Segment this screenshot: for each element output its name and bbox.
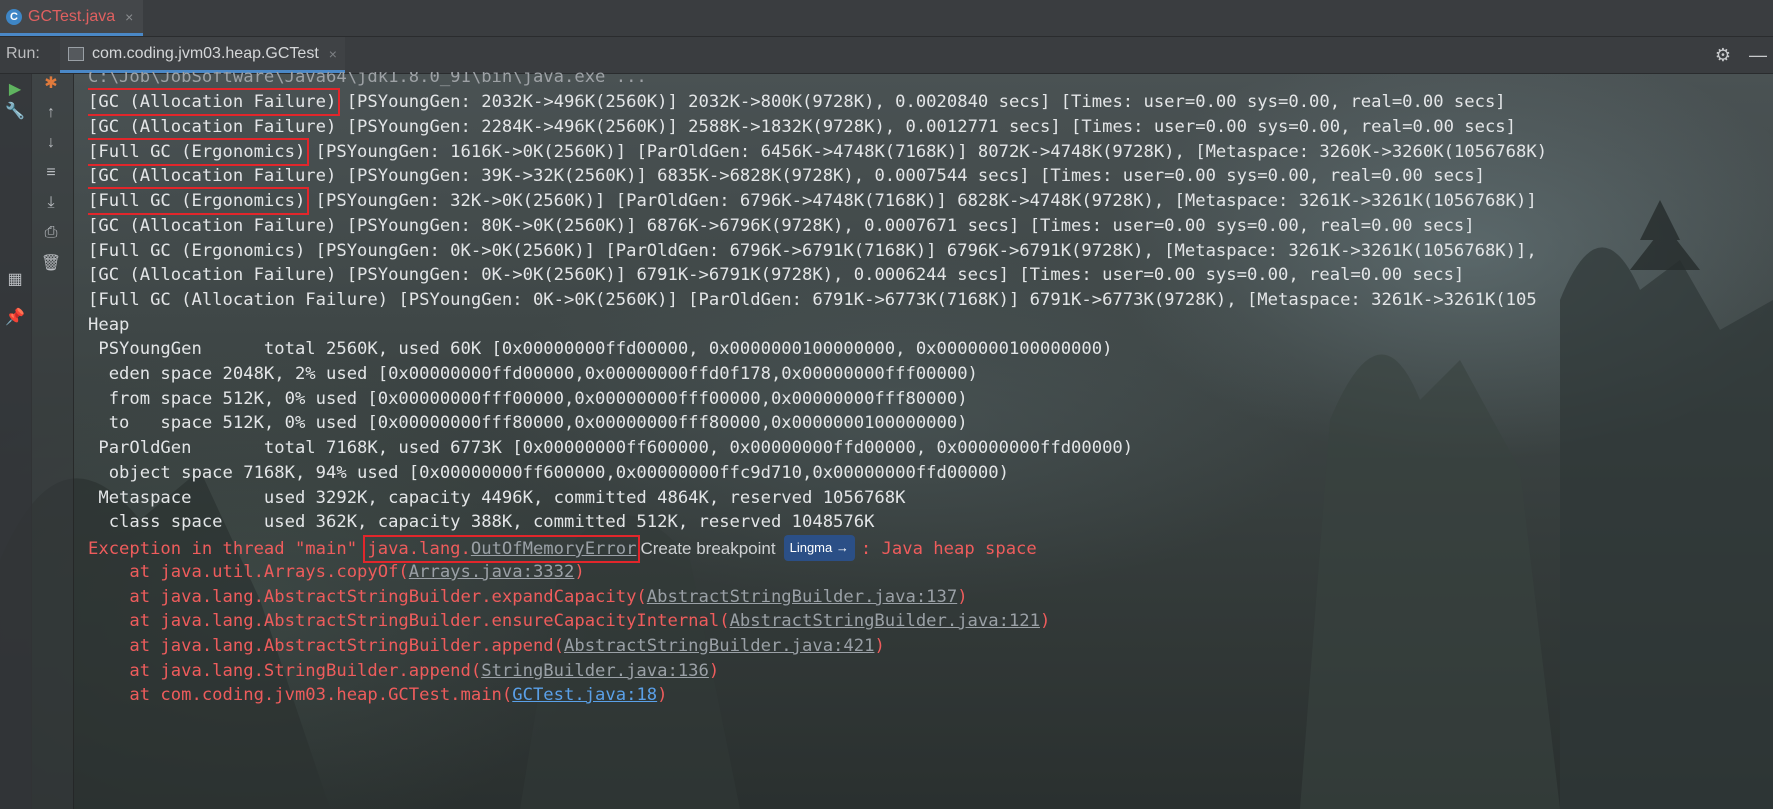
create-breakpoint-link[interactable]: Create breakpoint [640, 539, 775, 558]
soft-wrap-icon[interactable]: ≡ [40, 162, 62, 184]
gc-detail: [PSYoungGen: 2284K->496K(2560K)] 2588K->… [336, 117, 1517, 137]
gc-event-highlighted: [Full GC (Ergonomics) [88, 138, 310, 166]
stack-frame-end: ) [657, 685, 668, 705]
heap-summary-line: Heap [88, 315, 130, 335]
gc-event: [GC (Allocation Failure) [88, 117, 337, 137]
close-icon[interactable]: × [329, 46, 337, 62]
console-icon [68, 46, 84, 61]
stack-frame-end: ) [708, 661, 720, 681]
stack-frame-end: ) [957, 587, 968, 607]
stack-frame: at java.lang.AbstractStringBuilder.ensur… [88, 611, 730, 631]
console-output[interactable]: C:\Job\JobSoftware\Java64\jdk1.8.0_91\bi… [88, 72, 1773, 809]
stack-frame: at java.lang.AbstractStringBuilder.expan… [88, 587, 647, 607]
wrench-icon[interactable]: 🔧 [4, 100, 26, 122]
rerun-icon[interactable]: ▶ [4, 78, 26, 100]
stack-trace-line: at com.coding.jvm03.heap.GCTest.main(GCT… [88, 683, 668, 707]
exception-class-link[interactable]: OutOfMemoryError [471, 539, 637, 559]
gc-event-highlighted: [Full GC (Ergonomics) [88, 187, 310, 215]
scroll-to-end-icon[interactable]: ⤓ [40, 192, 62, 214]
down-arrow-icon[interactable]: ↓ [40, 132, 62, 154]
gc-event: [Full GC (Ergonomics) [88, 241, 306, 261]
source-link[interactable]: AbstractStringBuilder.java:121 [730, 611, 1040, 631]
editor-tab-label: GCTest.java [28, 7, 116, 25]
source-link[interactable]: StringBuilder.java:136 [481, 661, 709, 681]
gc-event: [GC (Allocation Failure) [88, 166, 337, 186]
command-line: C:\Job\JobSoftware\Java64\jdk1.8.0_91\bi… [88, 72, 647, 87]
gc-log-line: [GC (Allocation Failure) [PSYoungGen: 39… [88, 164, 1485, 188]
gc-event: [GC (Allocation Failure) [88, 216, 337, 236]
exception-message: : Java heap space [860, 539, 1037, 559]
print-icon[interactable]: ⎙ [40, 222, 62, 244]
gc-log-line: [Full GC (Ergonomics) [PSYoungGen: 32K->… [88, 187, 1537, 215]
heap-summary-line: eden space 2048K, 2% used [0x00000000ffd… [88, 364, 978, 384]
close-icon[interactable]: × [125, 9, 133, 25]
source-link[interactable]: AbstractStringBuilder.java:421 [564, 636, 874, 656]
gc-detail: [PSYoungGen: 0K->0K(2560K)] [ParOldGen: … [305, 241, 1537, 261]
stack-trace-line: at java.lang.StringBuilder.append(String… [88, 659, 719, 683]
heap-summary-line: object space 7168K, 94% used [0x00000000… [88, 463, 1009, 483]
editor-tab-bar: C GCTest.java × [0, 0, 1773, 37]
stack-frame: at java.lang.StringBuilder.append( [88, 661, 482, 681]
gc-detail: [PSYoungGen: 0K->0K(2560K)] 6791K->6791K… [336, 265, 1465, 285]
stack-frame-end: ) [874, 636, 885, 656]
heap-summary-line: class space used 362K, capacity 388K, co… [88, 512, 875, 532]
heap-summary-line: PSYoungGen total 2560K, used 60K [0x0000… [88, 339, 1113, 359]
stack-trace-line: at java.lang.AbstractStringBuilder.expan… [88, 585, 968, 609]
gc-log-line: [Full GC (Ergonomics) [PSYoungGen: 1616K… [88, 138, 1548, 166]
editor-tab-gctest[interactable]: C GCTest.java × [0, 0, 144, 36]
run-tool-window-header: Run: com.coding.jvm03.heap.GCTest × ⚙ — [0, 37, 1773, 74]
gc-log-line: [GC (Allocation Failure) [PSYoungGen: 20… [88, 88, 1506, 116]
side-tool-strip: ▶ 🔧 ▦ 📌 [0, 74, 32, 809]
run-config-tab-label: com.coding.jvm03.heap.GCTest [92, 44, 319, 62]
gc-log-line: [Full GC (Ergonomics) [PSYoungGen: 0K->0… [88, 239, 1537, 263]
layout-icon[interactable]: ▦ [4, 268, 26, 290]
lingma-button[interactable]: Lingma → [783, 535, 855, 561]
java-class-icon: C [6, 8, 22, 25]
pin-icon[interactable]: 📌 [4, 306, 26, 328]
heap-summary-line: ParOldGen total 7168K, used 6773K [0x000… [88, 438, 1134, 458]
trash-icon[interactable]: 🗑 [40, 252, 62, 274]
stack-frame-end: ) [1040, 611, 1051, 631]
heap-summary-line: Metaspace used 3292K, capacity 4496K, co… [88, 488, 906, 508]
gc-log-line: [GC (Allocation Failure) [PSYoungGen: 22… [88, 115, 1516, 139]
minimize-icon[interactable]: — [1749, 45, 1767, 66]
gc-log-line: [Full GC (Allocation Failure) [PSYoungGe… [88, 288, 1537, 312]
exception-class-highlighted: java.lang.OutOfMemoryError [363, 535, 641, 563]
stack-trace-line: at java.lang.AbstractStringBuilder.appen… [88, 634, 885, 658]
gc-event: [GC (Allocation Failure) [88, 265, 337, 285]
debug-icon[interactable]: ✱ [40, 72, 62, 94]
stack-frame-end: ) [574, 562, 585, 582]
gc-detail: [PSYoungGen: 32K->0K(2560K)] [ParOldGen:… [305, 191, 1537, 211]
run-config-tab[interactable]: com.coding.jvm03.heap.GCTest × [60, 37, 345, 73]
gc-detail: [PSYoungGen: 0K->0K(2560K)] [ParOldGen: … [388, 290, 1537, 310]
up-arrow-icon[interactable]: ↑ [40, 102, 62, 124]
exception-line: Exception in thread "main" java.lang.Out… [88, 535, 1037, 563]
stack-frame: at com.coding.jvm03.heap.GCTest.main( [88, 685, 513, 705]
console-action-gutter: ✱ ↑ ↓ ≡ ⤓ ⎙ 🗑 [31, 74, 74, 809]
gc-log-line: [GC (Allocation Failure) [PSYoungGen: 80… [88, 214, 1475, 238]
stack-frame: at java.lang.AbstractStringBuilder.appen… [88, 636, 564, 656]
exception-class-package: java.lang. [367, 539, 471, 559]
run-label: Run: [6, 45, 40, 62]
gc-log-line: [GC (Allocation Failure) [PSYoungGen: 0K… [88, 263, 1464, 287]
source-link[interactable]: GCTest.java:18 [512, 685, 657, 705]
stack-frame: at java.util.Arrays.copyOf( [88, 562, 409, 582]
gc-event-highlighted: [GC (Allocation Failure) [88, 88, 341, 116]
gc-detail: [PSYoungGen: 1616K->0K(2560K)] [ParOldGe… [305, 142, 1548, 162]
run-window-actions: ⚙ — [1715, 45, 1767, 66]
gc-event: [Full GC (Allocation Failure) [88, 290, 389, 310]
gc-detail: [PSYoungGen: 80K->0K(2560K)] 6876K->6796… [336, 216, 1475, 236]
gc-detail: [PSYoungGen: 39K->32K(2560K)] 6835K->682… [336, 166, 1485, 186]
stack-trace-line: at java.util.Arrays.copyOf(Arrays.java:3… [88, 560, 585, 584]
heap-summary-line: to space 512K, 0% used [0x00000000fff800… [88, 413, 968, 433]
heap-summary-line: from space 512K, 0% used [0x00000000fff0… [88, 389, 968, 409]
exception-prefix: Exception in thread "main" [88, 539, 368, 559]
source-link[interactable]: AbstractStringBuilder.java:137 [647, 587, 957, 607]
source-link[interactable]: Arrays.java:3332 [409, 562, 575, 582]
stack-trace-line: at java.lang.AbstractStringBuilder.ensur… [88, 609, 1050, 633]
gear-icon[interactable]: ⚙ [1715, 45, 1731, 66]
gc-detail: [PSYoungGen: 2032K->496K(2560K)] 2032K->… [336, 92, 1506, 112]
